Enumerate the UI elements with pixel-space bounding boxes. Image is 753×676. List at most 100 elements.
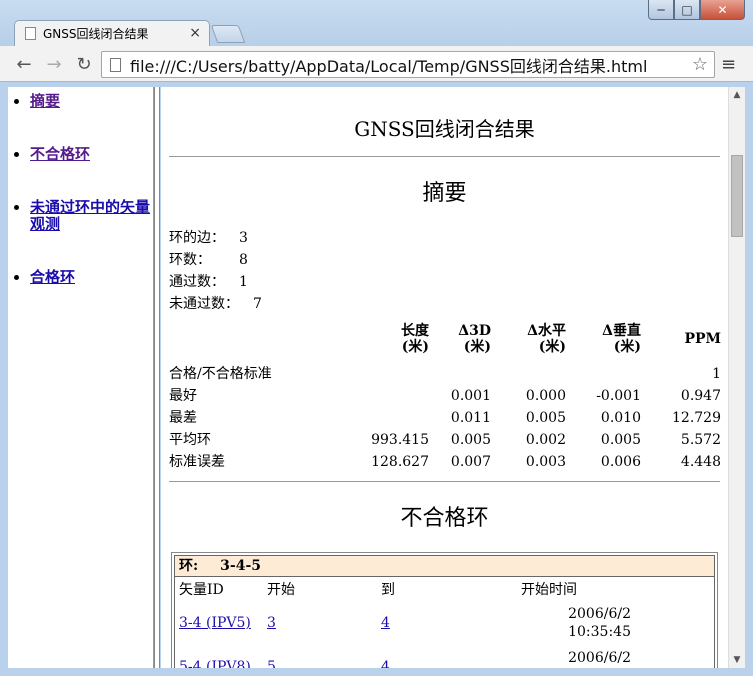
forward-arrow-icon[interactable]: → [42,52,66,76]
address-bar[interactable]: file:///C:/Users/batty/AppData/Local/Tem… [101,51,715,78]
vector-header-row: 矢量ID 开始 到 开始时间 [179,579,631,601]
table-cell [429,363,491,385]
summary-table: 长度 (米) Δ3D (米) Δ水平 (米) Δ垂直 (米) PPM 合格/不合格标准 1… [169,319,721,473]
vector-id-link[interactable]: 5-4 (IPV8) [179,659,251,668]
table-cell [339,385,429,407]
table-cell: 0.003 [525,454,566,470]
nav-item-failed-vectors: 未通过环中的矢量观测 [30,199,153,233]
page-title: GNSS回线闭合结果 [354,117,535,141]
loop-body: 矢量ID 开始 到 开始时间 3-4 (IPV5) 3 4 2006/6/2 1… [174,577,715,668]
col-header-line: Δ垂直 [602,323,641,339]
scroll-up-arrow-icon[interactable]: ▲ [729,87,745,103]
table-row: 平均环 993.415 0.005 0.002 0.005 5.572 [169,429,721,451]
vertical-scrollbar[interactable]: ▲ ▼ [728,87,745,668]
table-cell [566,363,641,385]
table-cell: -0.001 [596,388,641,404]
stat-label: 环的边： [169,230,225,246]
stat-value: 7 [253,296,262,312]
table-cell: 0.947 [680,388,721,404]
start-point-link[interactable]: 3 [267,615,276,631]
stat-label: 环数： [169,252,211,268]
row-label: 标准误差 [169,454,225,470]
stat-label: 通过数： [169,274,225,290]
nav-frame: 摘要 不合格环 未通过环中的矢量观测 合格环 [8,87,154,668]
col-header-line: (米) [613,339,641,355]
nav-link-failed-loops[interactable]: 不合格环 [30,145,90,163]
stat-value: 1 [239,274,248,290]
bookmark-star-icon[interactable]: ☆ [692,54,708,75]
stat-row: 通过数： 1 [169,271,720,293]
tab-close-icon[interactable]: × [189,25,201,41]
start-time: 2006/6/2 12:05:16 [568,650,631,666]
new-tab-button[interactable] [210,25,246,43]
table-row: 标准误差 128.627 0.007 0.003 0.006 4.448 [169,451,721,473]
loop-block: 环: 3-4-5 矢量ID 开始 到 开始时间 3-4 (IPV5) 3 4 2… [171,552,718,668]
summary-header-row: 长度 (米) Δ3D (米) Δ水平 (米) Δ垂直 (米) PPM [169,319,721,363]
table-cell: 0.002 [525,432,566,448]
summary-stats: 环的边： 3 环数： 8 通过数： 1 未通过数： 7 [169,227,720,315]
file-icon [110,58,121,72]
scroll-down-arrow-icon[interactable]: ▼ [729,652,745,668]
col-header-line: Δ水平 [527,323,566,339]
vector-table: 矢量ID 开始 到 开始时间 3-4 (IPV5) 3 4 2006/6/2 1… [179,579,631,668]
row-label: 合格/不合格标准 [169,366,272,382]
loop-header: 环: 3-4-5 [174,555,715,577]
loop-name: 3-4-5 [220,558,262,574]
table-row: 3-4 (IPV5) 3 4 2006/6/2 10:35:45 [179,601,631,645]
nav-link-failed-vectors[interactable]: 未通过环中的矢量观测 [30,198,150,233]
col-header: PPM [684,331,721,347]
table-cell: 0.010 [600,410,641,426]
table-row: 最差 0.011 0.005 0.010 12.729 [169,407,721,429]
col-header-line: (米) [401,339,429,355]
reload-icon[interactable]: ↻ [72,52,96,76]
table-cell: 0.007 [450,454,491,470]
table-cell: 0.000 [525,388,566,404]
table-cell: 128.627 [371,454,429,470]
table-cell: 5.572 [680,432,721,448]
table-cell: 993.415 [371,432,429,448]
maximize-button[interactable]: □ [674,0,700,20]
close-window-button[interactable]: ✕ [700,0,745,20]
frame-splitter[interactable] [154,87,160,668]
failed-loops-heading: 不合格环 [400,506,489,531]
col-header-line: (米) [463,339,491,355]
col-header-line: (米) [538,339,566,355]
nav-link-passed-loops[interactable]: 合格环 [30,268,75,286]
back-arrow-icon[interactable]: ← [12,52,36,76]
end-point-link[interactable]: 4 [381,615,390,631]
table-cell: 0.006 [600,454,641,470]
browser-tab[interactable]: GNSS回线闭合结果 × [14,20,210,46]
stat-value: 8 [239,252,248,268]
minimize-button[interactable]: ─ [648,0,674,20]
nav-link-summary[interactable]: 摘要 [30,92,60,110]
summary-heading: 摘要 [422,181,467,206]
col-header: 到 [381,582,395,598]
tab-title: GNSS回线闭合结果 [43,27,149,41]
row-label: 平均环 [169,432,211,448]
col-header [169,319,339,363]
scroll-thumb[interactable] [731,155,743,237]
table-cell [339,407,429,429]
start-point-link[interactable]: 5 [267,659,276,668]
table-cell [491,363,566,385]
vector-id-link[interactable]: 3-4 (IPV5) [179,615,251,631]
table-cell: 1 [712,366,721,382]
start-time: 2006/6/2 10:35:45 [568,606,631,640]
table-cell [339,363,429,385]
nav-list: 摘要 不合格环 未通过环中的矢量观测 合格环 [8,93,153,286]
table-row: 5-4 (IPV8) 5 4 2006/6/2 12:05:16 [179,645,631,668]
table-row: 最好 0.001 0.000 -0.001 0.947 [169,385,721,407]
browser-toolbar: ← → ↻ file:///C:/Users/batty/AppData/Loc… [0,46,753,82]
end-point-link[interactable]: 4 [381,659,390,668]
menu-icon[interactable]: ≡ [721,54,741,75]
content-frame: GNSS回线闭合结果 摘要 环的边： 3 环数： 8 通过数： 1 未通过数： … [161,87,728,668]
page-icon [25,27,36,40]
nav-item-passed-loops: 合格环 [30,269,153,286]
col-header: 开始 [267,582,295,598]
divider [169,156,720,157]
table-row: 合格/不合格标准 1 [169,363,721,385]
stat-label: 未通过数： [169,296,239,312]
title-bar: GNSS回线闭合结果 × ─ □ ✕ [0,0,753,46]
col-header: 长度 (米) [339,319,429,363]
table-cell: 0.005 [600,432,641,448]
